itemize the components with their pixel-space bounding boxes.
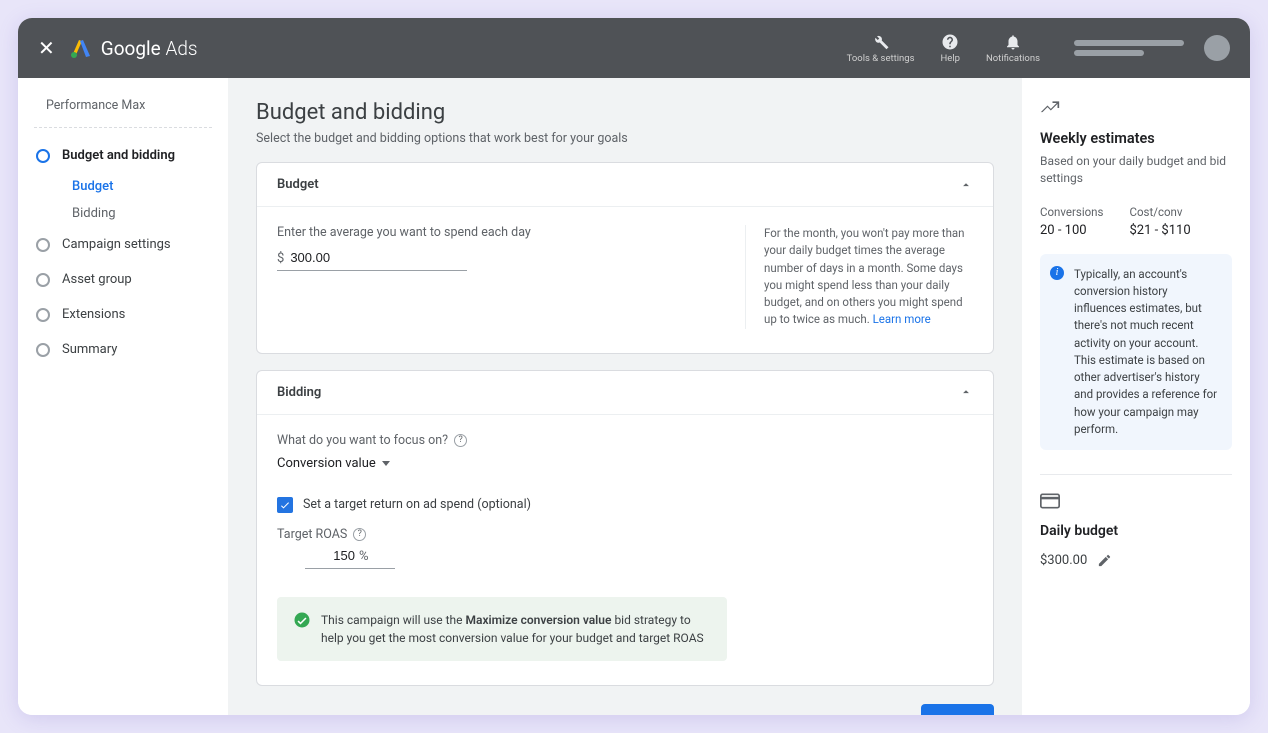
logo-text-bold: Google [101, 37, 161, 60]
main-content: Budget and bidding Select the budget and… [228, 78, 1022, 715]
avatar[interactable] [1204, 35, 1230, 61]
conversions-label: Conversions [1040, 205, 1103, 219]
credit-card-icon [1040, 493, 1060, 509]
estimates-subtitle: Based on your daily budget and bid setti… [1040, 153, 1232, 187]
sidebar: Performance Max Budget and bidding Budge… [18, 78, 228, 715]
account-pills [1074, 40, 1184, 56]
budget-help-text: For the month, you won't pay more than y… [745, 225, 973, 329]
check-icon [279, 499, 291, 511]
campaign-type-label: Performance Max [18, 98, 228, 127]
dropdown-icon [382, 461, 390, 466]
nav-label: Asset group [62, 272, 132, 287]
budget-card-title: Budget [277, 177, 319, 192]
bid-strategy-info: This campaign will use the Maximize conv… [277, 597, 727, 661]
focus-value: Conversion value [277, 456, 376, 471]
divider [1040, 474, 1232, 475]
budget-input[interactable] [290, 250, 467, 265]
nav-asset-group[interactable]: Asset group [18, 262, 228, 297]
budget-card: Budget Enter the average you want to spe… [256, 162, 994, 354]
ads-logo-icon [69, 36, 93, 60]
info-icon: i [1050, 266, 1064, 280]
check-circle-icon [293, 611, 311, 629]
cost-per-conv-value: $21 - $110 [1129, 223, 1190, 238]
checkbox-label: Set a target return on ad spend (optiona… [303, 497, 531, 512]
daily-budget-title: Daily budget [1040, 523, 1232, 539]
conversions-value: 20 - 100 [1040, 223, 1103, 238]
bidding-card: Bidding What do you want to focus on? ? … [256, 370, 994, 686]
notif-label: Notifications [986, 53, 1040, 64]
focus-select[interactable]: Conversion value [277, 456, 973, 471]
chevron-up-icon[interactable] [959, 385, 973, 399]
daily-budget-value: $300.00 [1040, 553, 1087, 568]
bell-icon [1004, 33, 1022, 51]
nav-radio-icon [36, 273, 50, 287]
help-icon [941, 33, 959, 51]
sidebar-divider [34, 127, 212, 128]
notifications-button[interactable]: Notifications [980, 33, 1046, 64]
estimates-panel: Weekly estimates Based on your daily bud… [1022, 78, 1250, 715]
nav-radio-icon [36, 308, 50, 322]
target-roas-checkbox[interactable] [277, 497, 293, 513]
nav-budget-bidding[interactable]: Budget and bidding [18, 138, 228, 173]
help-button[interactable]: Help [935, 33, 966, 64]
page-title: Budget and bidding [256, 100, 994, 125]
tools-label: Tools & settings [847, 53, 915, 64]
nav-sub-budget[interactable]: Budget [18, 173, 228, 200]
cost-per-conv-label: Cost/conv [1129, 205, 1190, 219]
budget-input-wrapper[interactable]: $ [277, 250, 467, 271]
currency-symbol: $ [277, 251, 284, 266]
nav-campaign-settings[interactable]: Campaign settings [18, 227, 228, 262]
learn-more-link[interactable]: Learn more [873, 312, 931, 326]
nav-radio-icon [36, 149, 50, 163]
pencil-icon[interactable] [1097, 553, 1112, 568]
tools-settings-button[interactable]: Tools & settings [841, 33, 921, 64]
target-roas-input-wrapper[interactable]: % [305, 548, 395, 569]
budget-prompt: Enter the average you want to spend each… [277, 225, 717, 240]
help-label: Help [941, 53, 960, 64]
chevron-up-icon[interactable] [959, 178, 973, 192]
estimates-title: Weekly estimates [1040, 130, 1232, 147]
next-button[interactable]: NEXT [921, 704, 994, 716]
google-ads-logo: Google Ads [69, 36, 198, 60]
top-bar: ✕ Google Ads Tools & settings Help Notif… [18, 18, 1250, 78]
wrench-icon [872, 33, 890, 51]
percent-unit: % [359, 549, 369, 564]
target-roas-label: Target ROAS ? [277, 527, 973, 542]
bidding-card-title: Bidding [277, 385, 321, 400]
logo-text-thin: Ads [165, 37, 197, 60]
page-subtitle: Select the budget and bidding options th… [256, 131, 994, 146]
close-icon[interactable]: ✕ [38, 36, 55, 60]
nav-label: Campaign settings [62, 237, 171, 252]
nav-radio-icon [36, 343, 50, 357]
help-icon[interactable]: ? [454, 434, 467, 447]
nav-label: Extensions [62, 307, 125, 322]
nav-summary[interactable]: Summary [18, 332, 228, 367]
help-icon[interactable]: ? [353, 528, 366, 541]
focus-label: What do you want to focus on? ? [277, 433, 973, 448]
nav-extensions[interactable]: Extensions [18, 297, 228, 332]
estimates-info-box: i Typically, an account's conversion his… [1040, 254, 1232, 451]
target-roas-input[interactable] [305, 548, 355, 563]
nav-label: Summary [62, 342, 117, 357]
trend-icon [1040, 98, 1060, 118]
nav-label: Budget and bidding [62, 148, 175, 163]
nav-sub-bidding[interactable]: Bidding [18, 200, 228, 227]
nav-radio-icon [36, 238, 50, 252]
